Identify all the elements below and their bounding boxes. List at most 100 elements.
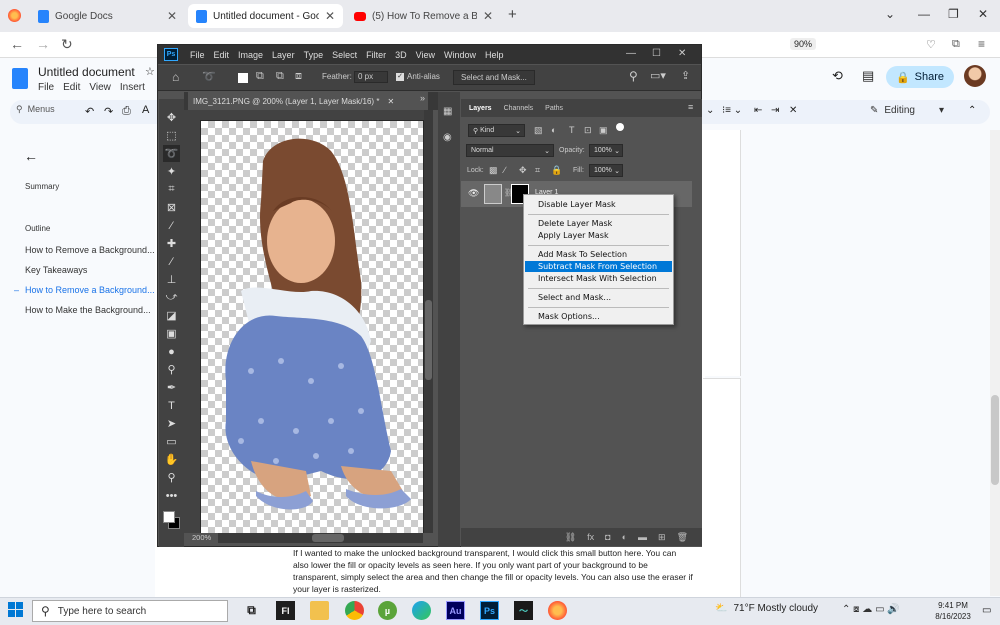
ps-menu-filter[interactable]: Filter [366, 50, 386, 60]
ps-image-canvas[interactable] [201, 121, 423, 533]
print-icon[interactable]: ⎙ [122, 105, 131, 118]
menu-view[interactable]: View [89, 82, 111, 93]
ps-canvas-vertical-scrollbar[interactable] [424, 110, 433, 533]
menu-icon[interactable]: ≡ [978, 37, 985, 51]
outline-item-active[interactable]: How to Remove a Background... [25, 285, 155, 295]
minimize-icon[interactable]: — [918, 7, 930, 21]
zoom-tool-icon[interactable]: ⚲ [163, 469, 180, 486]
filter-toggle-icon[interactable] [616, 123, 624, 131]
tab-channels[interactable]: Channels [504, 105, 534, 112]
windows-start-icon[interactable] [8, 602, 24, 618]
ps-close-doc-icon[interactable]: ✕ [387, 97, 394, 106]
ps-menu-help[interactable]: Help [485, 50, 504, 60]
stamp-tool-icon[interactable]: ⊥ [163, 271, 180, 288]
ps-menu-type[interactable]: Type [304, 50, 324, 60]
menu-item-intersect-mask-with-selection[interactable]: Intersect Mask With Selection [525, 273, 672, 284]
crop-tool-icon[interactable]: ⌗ [163, 181, 180, 198]
numbered-list-icon[interactable]: ⁝≡ ⌄ [722, 105, 742, 116]
new-selection-icon[interactable] [238, 73, 248, 83]
menu-item-mask-options[interactable]: Mask Options... [525, 311, 672, 322]
avatar[interactable] [964, 65, 986, 87]
undo-icon[interactable]: ↶ [85, 105, 94, 118]
lock-all-icon[interactable]: 🔒 [551, 165, 562, 176]
share-icon[interactable]: ⇪ [681, 69, 690, 82]
intersect-selection-icon[interactable]: ⧈ [295, 70, 302, 83]
lock-transparent-icon[interactable]: ▩ [489, 165, 498, 176]
menu-item-select-and-mask[interactable]: Select and Mask... [525, 292, 672, 303]
star-icon[interactable]: ☆ [145, 65, 155, 78]
home-icon[interactable]: ⌂ [172, 70, 179, 84]
file-explorer-icon[interactable] [310, 601, 329, 620]
menu-item-subtract-mask-from-selection[interactable]: Subtract Mask From Selection [525, 261, 672, 272]
outline-item[interactable]: How to Make the Background... [25, 305, 151, 315]
new-layer-icon[interactable]: ⊞ [658, 532, 666, 543]
layer-thumbnail[interactable] [484, 184, 502, 204]
dodge-tool-icon[interactable]: ⚲ [163, 361, 180, 378]
scrollbar-thumb[interactable] [312, 534, 344, 542]
eraser-tool-icon[interactable]: ◪ [163, 307, 180, 324]
menu-insert[interactable]: Insert [120, 82, 145, 93]
properties-panel-icon[interactable]: ▦ [443, 106, 452, 117]
extensions-icon[interactable]: ⧉ [952, 38, 960, 51]
ps-menu-layer[interactable]: Layer [272, 50, 295, 60]
foreground-color-swatch[interactable] [163, 511, 175, 523]
antialias-checkbox[interactable]: ✓ [396, 73, 404, 81]
add-selection-icon[interactable]: ⧉ [256, 70, 264, 83]
chrome-icon[interactable] [345, 601, 364, 620]
outline-item[interactable]: How to Remove a Background... [25, 245, 155, 255]
search-icon[interactable]: ⚲ [629, 69, 638, 83]
outline-item[interactable]: Key Takeaways [25, 265, 87, 275]
ps-menu-view[interactable]: View [416, 50, 435, 60]
tab-youtube-video[interactable]: (5) How To Remove a Background In Photos… [346, 4, 501, 28]
indent-increase-icon[interactable]: ⇥ [771, 105, 779, 116]
shape-tool-icon[interactable]: ▭ [163, 433, 180, 450]
scrollbar-thumb[interactable] [991, 395, 999, 485]
document-title[interactable]: Untitled document [38, 65, 135, 79]
utorrent-icon[interactable]: µ [378, 601, 397, 620]
menu-edit[interactable]: Edit [63, 82, 80, 93]
gradient-tool-icon[interactable]: ▣ [163, 325, 180, 342]
list-tabs-icon[interactable]: ⌄ [885, 7, 895, 21]
filter-adjustment-icon[interactable]: ◐ [551, 125, 556, 135]
panel-menu-icon[interactable]: ≡ [688, 102, 693, 112]
taskbar-search-box[interactable]: ⚲ Type here to search [32, 600, 228, 622]
weather-widget[interactable]: ⛅ 71°F Mostly cloudy [715, 603, 818, 614]
workspace-icon[interactable]: ▭▾ [650, 69, 666, 82]
taskbar-clock[interactable]: 9:41 PM 8/16/2023 [930, 600, 976, 622]
add-mask-icon[interactable]: ◘ [605, 532, 610, 542]
audition-icon[interactable]: Au [446, 601, 465, 620]
back-arrow-icon[interactable]: ← [24, 148, 38, 164]
zoom-level[interactable]: 90% [790, 38, 817, 50]
menu-file[interactable]: File [38, 82, 54, 93]
ps-menu-select[interactable]: Select [332, 50, 357, 60]
editing-mode[interactable]: ✎ Editing ▾ [870, 105, 944, 116]
edge-icon[interactable] [412, 601, 431, 620]
ps-close-icon[interactable]: ✕ [678, 48, 686, 59]
waveform-app-icon[interactable]: 〜 [514, 601, 533, 620]
collapse-icon[interactable]: ⌃ [968, 105, 976, 116]
history-brush-icon[interactable]: ⤻ [163, 289, 180, 306]
docs-logo-icon[interactable] [12, 68, 28, 89]
delete-layer-icon[interactable]: 🗑 [677, 532, 688, 543]
ps-menu-window[interactable]: Window [444, 50, 476, 60]
spellcheck-icon[interactable]: A [142, 104, 149, 116]
menus-search[interactable]: ⚲ Menus [16, 104, 55, 115]
ps-restore-icon[interactable]: ☐ [652, 48, 661, 59]
lock-image-icon[interactable]: ∕ [504, 165, 506, 175]
type-tool-icon[interactable]: T [163, 397, 180, 414]
marquee-tool-icon[interactable]: ⬚ [163, 127, 180, 144]
system-tray-icons[interactable]: ⌃ ⧇ ☁ ▭ 🔊 [842, 604, 900, 615]
menu-item-apply-layer-mask[interactable]: Apply Layer Mask [525, 230, 672, 241]
tab-google-docs[interactable]: Google Docs ✕ [30, 4, 185, 28]
docs-scrollbar[interactable] [990, 130, 1000, 596]
task-view-icon[interactable]: ⧉ [242, 601, 261, 620]
indent-decrease-icon[interactable]: ⇤ [754, 105, 762, 116]
select-and-mask-button[interactable]: Select and Mask... [453, 70, 535, 85]
frame-tool-icon[interactable]: ⊠ [163, 199, 180, 216]
feather-input[interactable]: 0 px [354, 71, 388, 83]
new-group-icon[interactable]: ▬ [638, 532, 647, 542]
history-icon[interactable]: ⟲ [832, 68, 843, 84]
visibility-eye-icon[interactable]: 👁 [468, 188, 479, 199]
more-tools-icon[interactable]: ••• [163, 487, 180, 504]
filter-smart-icon[interactable]: ▣ [599, 125, 608, 136]
